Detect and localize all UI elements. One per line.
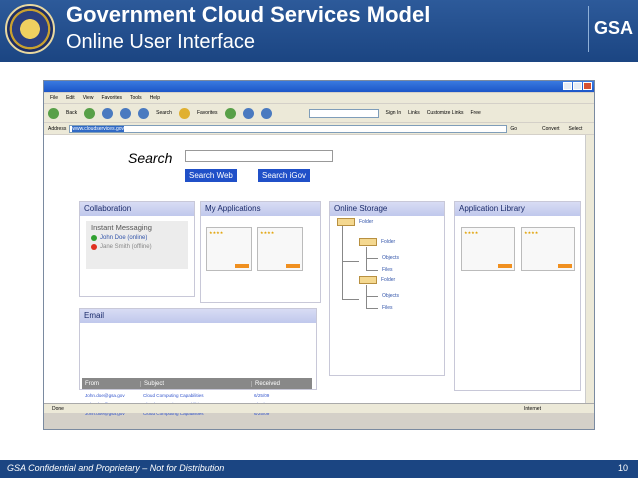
menu-edit[interactable]: Edit <box>66 95 75 103</box>
refresh-icon[interactable] <box>120 107 132 119</box>
my-applications-title: My Applications <box>201 202 320 216</box>
free-link[interactable]: Free <box>470 110 480 116</box>
collaboration-panel: Collaboration Instant Messaging John Doe… <box>79 201 195 297</box>
menu-bar: File Edit View Favorites Tools Help <box>44 93 594 103</box>
library-thumbnail[interactable]: ★★★★ <box>521 227 575 271</box>
storage-objects[interactable]: Objects <box>382 255 399 261</box>
menu-help[interactable]: Help <box>150 95 160 103</box>
library-thumbnail[interactable]: ★★★★ <box>461 227 515 271</box>
rating-stars: ★★★★ <box>464 230 479 235</box>
slide-title: Government Cloud Services Model <box>66 2 431 27</box>
forward-icon[interactable] <box>84 107 96 119</box>
security-zone: Internet <box>524 406 541 412</box>
rating-stars: ★★★★ <box>209 230 224 235</box>
storage-folder-root[interactable]: Folder <box>337 218 373 226</box>
gsa-logo: GSA <box>588 6 634 52</box>
open-button[interactable] <box>286 264 300 268</box>
rating-stars: ★★★★ <box>524 230 539 235</box>
slide-header: Government Cloud Services Model Online U… <box>0 0 638 62</box>
status-text: Done <box>52 406 64 412</box>
go-button[interactable]: Go <box>510 126 517 132</box>
menu-tools[interactable]: Tools <box>130 95 142 103</box>
page-number: 10 <box>617 463 628 473</box>
im-user-offline[interactable]: Jane Smith (offline) <box>91 244 183 250</box>
favorites-button[interactable]: Favorites <box>197 110 218 116</box>
slide-footer: GSA Confidential and Proprietary – Not f… <box>0 460 638 478</box>
back-icon[interactable] <box>48 107 59 119</box>
application-thumbnail[interactable]: ★★★★ <box>257 227 303 271</box>
install-button[interactable] <box>498 264 512 268</box>
collaboration-title: Collaboration <box>80 202 194 216</box>
back-button[interactable]: Back <box>66 110 77 116</box>
email-table-header: From Subject Received <box>82 378 312 389</box>
menu-favorites[interactable]: Favorites <box>101 95 122 103</box>
email-row[interactable]: John.doe@gsa.gov Cloud Computing Capabil… <box>82 391 312 400</box>
storage-files[interactable]: Files <box>382 305 393 311</box>
application-thumbnail[interactable]: ★★★★ <box>206 227 252 271</box>
folder-icon <box>359 276 377 284</box>
offline-status-icon <box>91 244 97 250</box>
open-button[interactable] <box>235 264 249 268</box>
window-titlebar <box>44 81 594 92</box>
convert-button[interactable]: Convert <box>542 126 560 132</box>
rating-stars: ★★★★ <box>260 230 275 235</box>
sign-in-button[interactable]: Sign In <box>386 110 402 116</box>
url-text: www.cloudservices.gov <box>72 125 125 132</box>
footer-text: GSA Confidential and Proprietary – Not f… <box>7 463 225 473</box>
application-library-title: Application Library <box>455 202 580 216</box>
install-button[interactable] <box>558 264 572 268</box>
search-label: Search <box>128 150 173 166</box>
browser-toolbar: Back Search Favorites Sign In Links Cust… <box>44 104 594 122</box>
toolbar-search-box[interactable] <box>308 108 379 118</box>
application-library-panel: Application Library ★★★★ ★★★★ <box>454 201 581 391</box>
online-status-icon <box>91 235 97 241</box>
close-icon[interactable] <box>583 82 592 90</box>
im-user-online[interactable]: John Doe (online) <box>91 235 183 241</box>
slide-subtitle: Online User Interface <box>66 31 255 53</box>
mail-icon[interactable] <box>242 107 254 119</box>
online-storage-panel: Online Storage Folder Folder Objects Fil… <box>329 201 445 376</box>
history-icon[interactable] <box>224 107 236 119</box>
favorites-icon[interactable] <box>178 107 190 119</box>
customize-links[interactable]: Customize Links <box>427 110 464 116</box>
email-title: Email <box>80 309 316 323</box>
select-button[interactable]: Select <box>569 126 583 132</box>
vertical-scrollbar[interactable] <box>585 135 594 403</box>
folder-icon <box>359 238 377 246</box>
web-page: Search Search Web Search iGov Collaborat… <box>44 135 585 416</box>
status-bar: Done Internet <box>44 403 594 413</box>
search-input[interactable] <box>185 150 333 162</box>
storage-folder[interactable]: Folder <box>359 238 395 246</box>
browser-window: File Edit View Favorites Tools Help Back… <box>43 80 595 430</box>
folder-icon <box>337 218 355 226</box>
maximize-icon[interactable] <box>573 82 582 90</box>
stop-icon[interactable] <box>102 107 114 119</box>
instant-messaging-title: Instant Messaging <box>91 223 152 232</box>
print-icon[interactable] <box>260 107 272 119</box>
menu-file[interactable]: File <box>50 95 58 103</box>
storage-folder[interactable]: Folder <box>359 276 395 284</box>
menu-view[interactable]: View <box>83 95 94 103</box>
home-icon[interactable] <box>138 107 150 119</box>
search-button[interactable]: Search <box>156 110 172 116</box>
storage-files[interactable]: Files <box>382 267 393 273</box>
search-igov-button[interactable]: Search iGov <box>258 169 311 182</box>
online-storage-title: Online Storage <box>330 202 444 216</box>
minimize-icon[interactable] <box>563 82 572 90</box>
address-label: Address <box>48 125 67 132</box>
links-label[interactable]: Links <box>408 110 420 116</box>
address-input[interactable]: www.cloudservices.gov <box>69 124 508 133</box>
storage-objects[interactable]: Objects <box>382 293 399 299</box>
search-web-button[interactable]: Search Web <box>185 169 237 182</box>
my-applications-panel: My Applications ★★★★ ★★★★ <box>200 201 321 303</box>
presidential-seal-logo <box>5 4 55 54</box>
address-bar: Address www.cloudservices.gov Go Convert… <box>44 123 594 134</box>
